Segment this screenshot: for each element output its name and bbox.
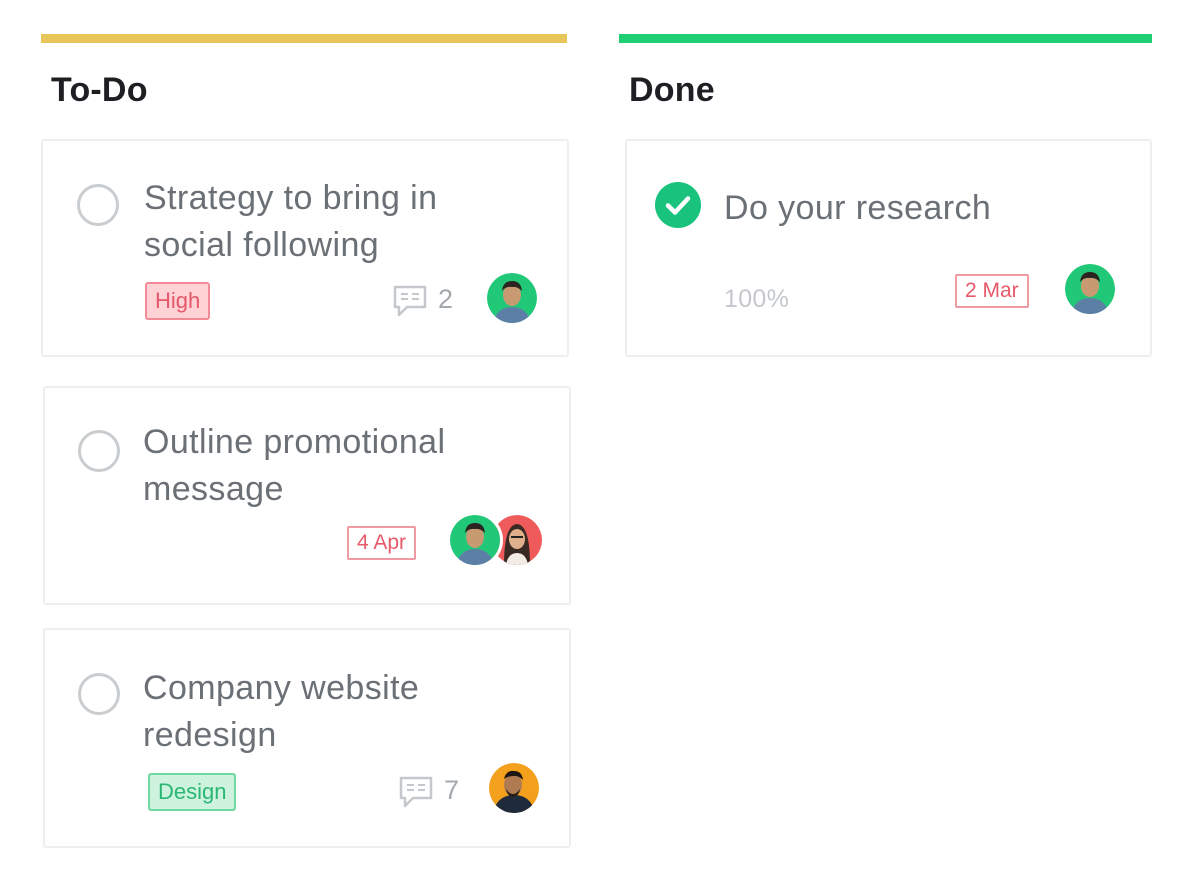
complete-checkbox[interactable] (78, 430, 120, 472)
checkmark-icon (665, 196, 691, 215)
avatar-man-green (487, 273, 537, 323)
task-title: Strategy to bring in social following (144, 179, 438, 264)
category-tag[interactable]: Design (148, 773, 237, 811)
task-title: Outline promotional message (143, 423, 446, 508)
task-card[interactable]: Outline promotional message 4 Apr (43, 386, 571, 605)
comment-icon (393, 285, 427, 317)
comment-count: 2 (438, 284, 454, 314)
task-card[interactable]: Strategy to bring in social following Hi… (41, 139, 569, 357)
avatar[interactable] (489, 763, 539, 813)
avatar[interactable] (1065, 264, 1115, 314)
todo-color-bar (41, 34, 567, 43)
comments-indicator[interactable]: 7 (398, 773, 478, 809)
column-title: To-Do (51, 71, 148, 109)
comment-count: 7 (444, 775, 460, 805)
complete-checkbox[interactable] (77, 184, 119, 226)
due-date-badge[interactable]: 2 Mar (955, 274, 1029, 308)
task-card[interactable]: Do your research 100% 2 Mar (625, 139, 1152, 357)
column-title: Done (629, 71, 715, 109)
avatar-man-orange (489, 763, 539, 813)
avatar-man-green (450, 515, 500, 565)
complete-checkbox[interactable] (78, 673, 120, 715)
completed-checkbox[interactable] (655, 182, 701, 228)
progress-percent: 100% (724, 285, 790, 313)
task-title: Company website redesign (143, 669, 420, 754)
comments-indicator[interactable]: 2 (392, 282, 472, 318)
task-title: Do your research (724, 189, 992, 227)
avatar-man-green (1065, 264, 1115, 314)
avatar[interactable] (487, 273, 537, 323)
due-date-badge[interactable]: 4 Apr (347, 526, 417, 560)
priority-tag[interactable]: High (145, 282, 211, 320)
avatar[interactable] (450, 515, 500, 565)
task-card[interactable]: Company website redesign Design 7 (43, 628, 571, 848)
done-color-bar (619, 34, 1152, 43)
comment-icon (399, 776, 433, 808)
